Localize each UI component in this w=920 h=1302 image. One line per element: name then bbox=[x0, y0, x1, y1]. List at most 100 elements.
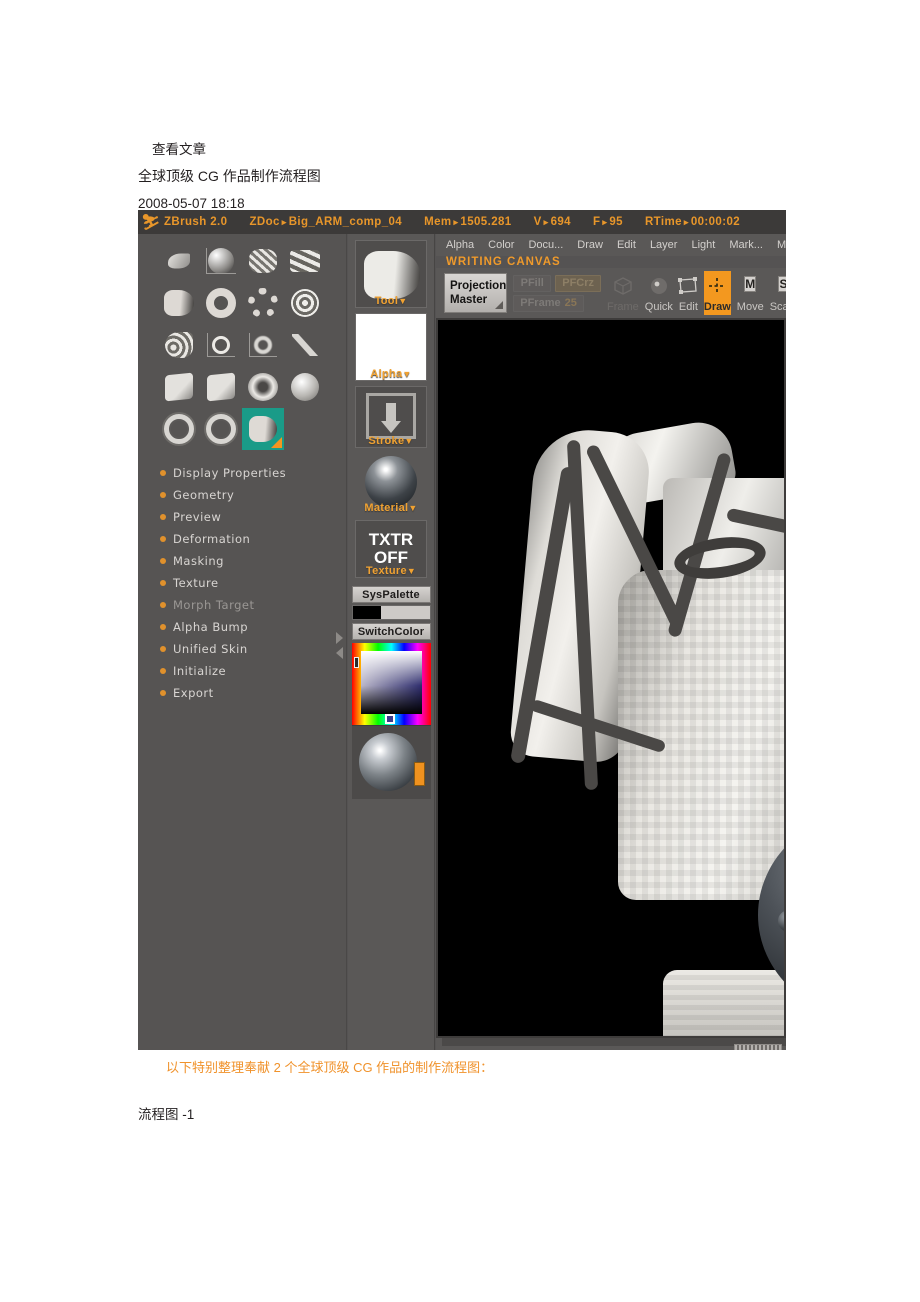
bullet-icon bbox=[160, 602, 166, 608]
canvas-area[interactable] bbox=[436, 318, 786, 1050]
texture-palette-label[interactable]: Texture▼ bbox=[348, 565, 434, 577]
draw-button[interactable]: Draw bbox=[703, 271, 731, 315]
material-sphere-preview[interactable] bbox=[351, 725, 431, 799]
app-titlebar: ⛷ ZBrush 2.0 ZDoc ▸ Big_ARM_comp_04 Mem ▸ 15… bbox=[138, 210, 786, 234]
menu-item-material[interactable]: Mate... bbox=[777, 239, 786, 251]
sphere-b-thumb[interactable] bbox=[284, 366, 326, 408]
torus3d-thumb[interactable] bbox=[242, 366, 284, 408]
pframe-button[interactable]: PFrame 25 bbox=[513, 294, 584, 312]
sidebar-item-preview[interactable]: Preview bbox=[160, 506, 335, 528]
sidebar-item-label: Unified Skin bbox=[173, 642, 248, 656]
helix3d-thumb[interactable] bbox=[284, 282, 326, 324]
menu-item-layer[interactable]: Layer bbox=[650, 239, 678, 251]
menu-item-alpha[interactable]: Alpha bbox=[446, 239, 474, 251]
zbrush-application-window: ⛷ ZBrush 2.0 ZDoc ▸ Big_ARM_comp_04 Mem ▸ 15… bbox=[138, 210, 786, 1050]
menu-item-document[interactable]: Docu... bbox=[528, 239, 563, 251]
sidebar-item-export[interactable]: Export bbox=[160, 682, 335, 704]
spiral3d-thumb[interactable] bbox=[284, 240, 326, 282]
projection-master-button[interactable]: Projection Master bbox=[444, 273, 508, 313]
sidebar-item-texture[interactable]: Texture bbox=[160, 572, 335, 594]
zdoc-label: ZDoc bbox=[249, 216, 280, 228]
primary-color-swatch[interactable] bbox=[352, 606, 381, 619]
pframe-label: PFrame bbox=[520, 297, 561, 309]
sidebar-item-label: Display Properties bbox=[173, 466, 287, 480]
frame-button[interactable]: Frame bbox=[607, 271, 639, 315]
sidebar-item-morph-target[interactable]: Morph Target bbox=[160, 594, 335, 616]
face-readout: F ▸ 95 bbox=[593, 216, 623, 228]
brush-tool-thumb[interactable] bbox=[284, 324, 326, 366]
document-canvas[interactable] bbox=[436, 318, 786, 1038]
footer-note: 以下特别整理奉献 2 个全球顶级 CG 作品的制作流程图： bbox=[166, 1060, 494, 1075]
switchcolor-button[interactable]: SwitchColor bbox=[351, 623, 431, 640]
texture-line1: TXTR bbox=[368, 530, 414, 549]
menu-item-color[interactable]: Color bbox=[488, 239, 514, 251]
gear-ring-thumb[interactable] bbox=[158, 408, 200, 450]
color-swatch-pair[interactable] bbox=[351, 605, 431, 620]
bullet-icon bbox=[160, 492, 166, 498]
ring3d-thumb[interactable] bbox=[200, 282, 242, 324]
edit-transform-icon bbox=[677, 276, 699, 299]
breadcrumb[interactable]: 查看文章 bbox=[138, 136, 788, 163]
tool-thumbnail-grid[interactable] bbox=[158, 240, 326, 450]
panel-resize-arrows[interactable] bbox=[336, 632, 344, 662]
cylinder3d-thumb[interactable] bbox=[158, 282, 200, 324]
tool-palette-label[interactable]: Tool▼ bbox=[348, 295, 434, 307]
move-button[interactable]: M Move bbox=[737, 271, 764, 315]
chevron-left-icon[interactable] bbox=[336, 647, 343, 659]
bullet-icon bbox=[160, 514, 166, 520]
chain3d-thumb[interactable] bbox=[242, 240, 284, 282]
pfill-button[interactable]: PFill bbox=[513, 274, 552, 292]
canvas-scrollbar[interactable] bbox=[734, 1044, 782, 1050]
cube3d-thumb[interactable] bbox=[158, 366, 200, 408]
gear-ring-b-thumb[interactable] bbox=[200, 408, 242, 450]
hue-handle[interactable] bbox=[353, 657, 359, 668]
color-picker-field[interactable] bbox=[360, 651, 422, 714]
cube3d-b-thumb[interactable] bbox=[200, 366, 242, 408]
sidebar-item-alpha-bump[interactable]: Alpha Bump bbox=[160, 616, 335, 638]
chevron-right-icon[interactable] bbox=[336, 632, 343, 644]
v-label: V bbox=[533, 216, 542, 228]
spiral2-thumb[interactable] bbox=[158, 324, 200, 366]
stroke-label-text: Stroke bbox=[368, 435, 405, 447]
cylinder-selected-thumb[interactable] bbox=[242, 408, 284, 450]
sidebar-item-label: Export bbox=[173, 686, 214, 700]
sidebar-item-label: Masking bbox=[173, 554, 224, 568]
secondary-color-swatch[interactable] bbox=[380, 606, 430, 619]
scale-s-icon: S bbox=[778, 276, 786, 292]
sphereloop3d-thumb[interactable] bbox=[242, 282, 284, 324]
simple-brush-thumb[interactable] bbox=[158, 240, 200, 282]
circle-tri2-thumb[interactable] bbox=[242, 324, 284, 366]
color-picker[interactable] bbox=[351, 643, 431, 725]
value-handle[interactable] bbox=[384, 714, 395, 724]
menu-item-draw[interactable]: Draw bbox=[577, 239, 603, 251]
edit-button[interactable]: Edit bbox=[677, 271, 699, 315]
menu-item-marker[interactable]: Mark... bbox=[729, 239, 763, 251]
article-header: 查看文章 全球顶级 CG 作品制作流程图 2008-05-07 18:18 bbox=[138, 136, 788, 217]
material-palette-label[interactable]: Material▼ bbox=[348, 502, 434, 514]
sidebar-item-display-properties[interactable]: Display Properties bbox=[160, 462, 335, 484]
sidebar-item-initialize[interactable]: Initialize bbox=[160, 660, 335, 682]
mem-value: 1505.281 bbox=[460, 216, 512, 228]
menu-item-edit[interactable]: Edit bbox=[617, 239, 636, 251]
stroke-palette-label[interactable]: Stroke▼ bbox=[348, 435, 434, 447]
sidebar-item-masking[interactable]: Masking bbox=[160, 550, 335, 572]
sidebar-item-label: Preview bbox=[173, 510, 222, 524]
sidebar-item-deformation[interactable]: Deformation bbox=[160, 528, 335, 550]
pfcrz-button[interactable]: PFCrz bbox=[555, 274, 602, 292]
scale-button[interactable]: S Scale bbox=[770, 271, 786, 315]
edit-label: Edit bbox=[678, 301, 698, 313]
syspalette-button[interactable]: SysPalette bbox=[351, 586, 431, 603]
bullet-icon bbox=[160, 470, 166, 476]
menu-item-light[interactable]: Light bbox=[691, 239, 715, 251]
sphere3d-thumb[interactable] bbox=[200, 240, 242, 282]
alpha-palette-label[interactable]: Alpha▼ bbox=[348, 368, 434, 380]
quick-button[interactable]: Quick bbox=[645, 271, 673, 315]
material-intensity-slider[interactable] bbox=[413, 762, 425, 786]
bullet-icon bbox=[160, 580, 166, 586]
quick-label: Quick bbox=[644, 301, 673, 313]
memory-readout: Mem ▸ 1505.281 bbox=[424, 216, 512, 228]
circle-tri-thumb[interactable] bbox=[200, 324, 242, 366]
sidebar-item-geometry[interactable]: Geometry bbox=[160, 484, 335, 506]
scale-label: Scale bbox=[769, 301, 786, 313]
sidebar-item-unified-skin[interactable]: Unified Skin bbox=[160, 638, 335, 660]
